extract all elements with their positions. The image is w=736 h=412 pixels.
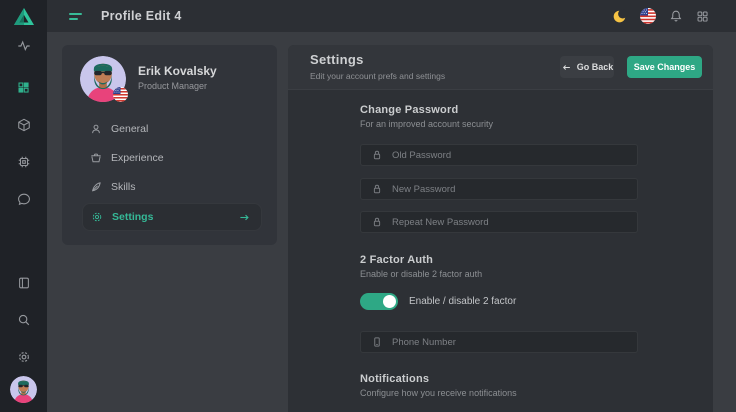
menu-burger-icon[interactable] [69, 13, 82, 20]
notifications-title: Notifications [360, 373, 429, 385]
page-title: Profile Edit 4 [101, 9, 182, 23]
search-icon[interactable] [0, 313, 47, 327]
chat-bubble-icon[interactable] [0, 192, 47, 206]
lock-icon [371, 183, 383, 195]
icon-sidebar [0, 0, 47, 412]
two-factor-toggle[interactable] [360, 293, 398, 310]
settings-title: Settings [310, 52, 364, 67]
phone-icon [371, 336, 383, 348]
app-window: Profile Edit 4 Erik Kovalsky Product Man… [0, 0, 736, 412]
menu-item-label: Experience [111, 152, 164, 164]
notifications-bell-icon[interactable] [669, 9, 683, 23]
settings-subtitle: Edit your account prefs and settings [310, 71, 445, 81]
repeat-password-input[interactable] [392, 212, 637, 232]
package-icon[interactable] [0, 118, 47, 132]
new-password-input[interactable] [392, 179, 637, 199]
lock-icon [371, 216, 383, 228]
topbar: Profile Edit 4 [47, 0, 736, 32]
arrow-left-icon [561, 63, 572, 72]
menu-item-label: Settings [112, 211, 153, 223]
user-name: Erik Kovalsky [138, 64, 217, 78]
apps-grid-icon[interactable] [696, 10, 709, 23]
lock-icon [371, 149, 383, 161]
save-changes-button[interactable]: Save Changes [627, 56, 702, 78]
person-icon [90, 123, 102, 135]
settings-panel-header: Settings Edit your account prefs and set… [288, 45, 713, 90]
menu-item-skills[interactable]: Skills [82, 177, 262, 197]
menu-item-settings-active[interactable]: Settings [82, 203, 262, 231]
user-role: Product Manager [138, 81, 207, 91]
cpu-chip-icon[interactable] [0, 155, 47, 169]
menu-item-label: General [111, 123, 148, 135]
old-password-field[interactable] [360, 144, 638, 166]
phone-number-input[interactable] [392, 332, 637, 352]
profile-card: Erik Kovalsky Product Manager General Ex… [62, 45, 277, 245]
notebook-panel-icon[interactable] [0, 276, 47, 290]
go-back-button[interactable]: Go Back [560, 56, 614, 78]
menu-item-label: Skills [111, 181, 136, 193]
phone-number-field[interactable] [360, 331, 638, 353]
menu-item-experience[interactable]: Experience [82, 148, 262, 168]
new-password-field[interactable] [360, 178, 638, 200]
feather-icon [90, 181, 102, 193]
two-factor-title: 2 Factor Auth [360, 254, 433, 266]
change-password-title: Change Password [360, 104, 458, 116]
app-logo-icon[interactable] [0, 7, 47, 26]
two-factor-toggle-row: Enable / disable 2 factor [360, 293, 516, 310]
dark-mode-moon-icon[interactable] [612, 9, 627, 24]
menu-item-general[interactable]: General [82, 119, 262, 139]
sidebar-user-avatar[interactable] [0, 376, 47, 403]
activity-icon[interactable] [0, 39, 47, 53]
settings-panel: Settings Edit your account prefs and set… [288, 45, 713, 412]
two-factor-subtitle: Enable or disable 2 factor auth [360, 269, 482, 279]
notifications-subtitle: Configure how you receive notifications [360, 388, 517, 398]
old-password-input[interactable] [392, 145, 637, 165]
two-factor-toggle-label: Enable / disable 2 factor [409, 296, 516, 307]
settings-gear-icon[interactable] [0, 350, 47, 364]
repeat-password-field[interactable] [360, 211, 638, 233]
dashboard-grid-icon[interactable] [0, 81, 47, 94]
language-flag-us-icon[interactable] [640, 8, 656, 24]
us-flag-badge-icon [113, 87, 128, 102]
briefcase-icon [90, 152, 102, 164]
gear-icon [91, 211, 103, 223]
change-password-subtitle: For an improved account security [360, 119, 493, 129]
toggle-knob [383, 295, 396, 308]
arrow-right-icon [238, 212, 251, 223]
